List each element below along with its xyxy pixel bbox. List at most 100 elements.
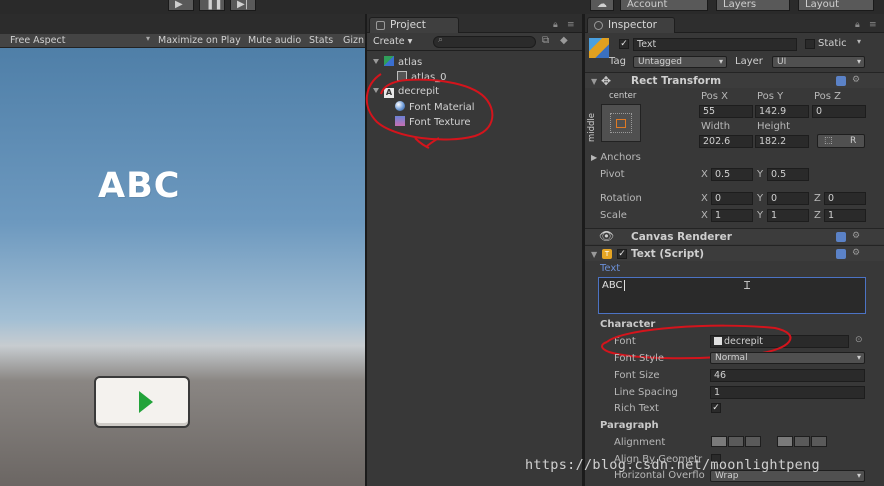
rect-transform-header[interactable]: ▼ ✥ Rect Transform ⚙ <box>585 72 884 88</box>
align-middle-button[interactable] <box>794 436 810 447</box>
font-style-dropdown[interactable]: Normal <box>710 352 865 364</box>
active-checkbox[interactable]: ✓ <box>619 39 629 49</box>
gear-icon[interactable]: ⚙ <box>852 75 860 85</box>
pos-y-label: Pos Y <box>757 91 784 102</box>
layer-label: Layer <box>735 56 763 67</box>
height-label: Height <box>757 121 791 132</box>
cloud-button[interactable]: ☁ <box>590 0 614 11</box>
align-right-button[interactable] <box>745 436 761 447</box>
rotation-y-input[interactable]: 0 <box>767 192 809 205</box>
play-icon: ▶ <box>175 0 183 10</box>
filter-type-icon[interactable]: ⧉ <box>542 35 549 46</box>
scale-y-input[interactable]: 1 <box>767 209 809 222</box>
object-name-input[interactable]: Text <box>633 38 797 51</box>
layer-dropdown[interactable]: UI <box>772 56 865 68</box>
pivot-y-input[interactable]: 0.5 <box>767 168 809 181</box>
anchor-horizontal-label: center <box>609 91 637 101</box>
rotation-y-label: Y <box>757 193 764 204</box>
canvas-renderer-header[interactable]: 👁︎ Canvas Renderer ⚙ <box>585 228 884 244</box>
game-view-options: Free Aspect ▾ Maximize on Play Mute audi… <box>0 34 365 48</box>
pos-x-input[interactable]: 55 <box>699 105 753 118</box>
text-script-header[interactable]: ▼ T ✓ Text (Script) ⚙ <box>585 245 884 261</box>
object-picker-icon[interactable]: ⊙ <box>855 335 863 345</box>
text-content-input[interactable]: ABC <box>598 277 866 314</box>
scale-x-input[interactable]: 1 <box>711 209 753 222</box>
align-center-button[interactable] <box>728 436 744 447</box>
pause-icon: ❚❚ <box>206 0 223 10</box>
pos-y-input[interactable]: 142.9 <box>755 105 809 118</box>
lock-icon[interactable]: 🔒︎ <box>855 20 860 30</box>
folder-icon <box>376 21 385 30</box>
tab-project[interactable]: Project <box>369 17 459 33</box>
gizmos-dropdown[interactable]: Gizn <box>343 35 364 46</box>
expand-arrow-icon <box>373 59 379 64</box>
tab-inspector[interactable]: Inspector <box>587 17 675 33</box>
width-input[interactable]: 202.6 <box>699 135 753 148</box>
line-spacing-label: Line Spacing <box>614 387 678 398</box>
raw-edit-button[interactable]: R <box>850 135 856 147</box>
aspect-dropdown[interactable]: Free Aspect <box>10 35 65 46</box>
help-icon[interactable] <box>836 232 846 242</box>
height-input[interactable]: 182.2 <box>755 135 809 148</box>
collapse-arrow-icon: ▶ <box>591 153 598 162</box>
component-enabled-checkbox[interactable]: ✓ <box>617 249 627 259</box>
gear-icon[interactable]: ⚙ <box>852 248 860 258</box>
mute-audio-toggle[interactable]: Mute audio <box>248 35 301 46</box>
step-button[interactable]: ▶| <box>230 0 256 11</box>
play-button[interactable]: ▶ <box>168 0 194 11</box>
collapse-arrow-icon: ▼ <box>591 250 598 259</box>
layout-dropdown[interactable]: Layout <box>798 0 874 11</box>
anchor-vertical-label: middle <box>587 112 597 142</box>
scale-z-input[interactable]: 1 <box>824 209 866 222</box>
text-component-icon: T <box>602 249 612 259</box>
game-scene[interactable]: ABC <box>0 48 365 486</box>
text-caret <box>623 280 625 291</box>
stats-toggle[interactable]: Stats <box>309 35 333 46</box>
search-input[interactable]: ⌕ <box>433 35 536 48</box>
sprite-atlas-icon <box>384 56 394 66</box>
blueprint-icon[interactable]: ⬚ <box>824 135 833 147</box>
account-dropdown[interactable]: Account <box>620 0 708 11</box>
font-size-input[interactable]: 46 <box>710 369 865 382</box>
anchor-center-icon <box>616 119 626 128</box>
inspector-panel: Inspector 🔒︎ ≡ ✓ Text Static ▾ Tag Untag… <box>585 14 884 486</box>
anchor-presets-button[interactable] <box>601 104 641 142</box>
lock-icon[interactable]: 🔒︎ <box>553 20 558 30</box>
blueprint-raw-buttons: ⬚ R <box>817 134 865 148</box>
help-icon[interactable] <box>836 76 846 86</box>
gear-icon[interactable]: ⚙ <box>852 231 860 241</box>
static-checkbox[interactable] <box>805 39 815 49</box>
tag-label: Tag <box>609 56 626 67</box>
create-dropdown[interactable]: Create ▾ <box>373 36 412 47</box>
pos-z-label: Pos Z <box>814 91 842 102</box>
filter-label-icon[interactable]: ◆ <box>560 35 568 46</box>
chevron-down-icon[interactable]: ▾ <box>857 37 861 46</box>
paragraph-section-label: Paragraph <box>600 420 659 431</box>
rotation-x-input[interactable]: 0 <box>711 192 753 205</box>
layers-dropdown[interactable]: Layers <box>716 0 790 11</box>
scene-play-button[interactable] <box>94 376 190 428</box>
help-icon[interactable] <box>836 249 846 259</box>
menu-icon[interactable]: ≡ <box>869 20 877 30</box>
tag-dropdown[interactable]: Untagged <box>633 56 727 68</box>
pivot-x-input[interactable]: 0.5 <box>711 168 753 181</box>
pos-x-label: Pos X <box>701 91 729 102</box>
anchors-foldout[interactable]: ▶ Anchors <box>591 152 641 163</box>
pivot-x-label: X <box>701 169 708 180</box>
menu-icon[interactable]: ≡ <box>567 20 575 30</box>
align-bottom-button[interactable] <box>811 436 827 447</box>
pos-z-input[interactable]: 0 <box>812 105 866 118</box>
rich-text-checkbox[interactable]: ✓ <box>711 403 721 413</box>
game-view-toolbar <box>0 14 365 34</box>
rotation-z-input[interactable]: 0 <box>824 192 866 205</box>
width-label: Width <box>701 121 731 132</box>
pause-button[interactable]: ❚❚ <box>199 0 225 11</box>
rect-transform-icon: ✥ <box>601 74 612 88</box>
maximize-on-play-toggle[interactable]: Maximize on Play <box>158 35 241 46</box>
align-left-button[interactable] <box>711 436 727 447</box>
pivot-y-label: Y <box>757 169 764 180</box>
align-top-button[interactable] <box>777 436 793 447</box>
inspector-tab-header: Inspector 🔒︎ ≡ <box>585 14 884 33</box>
project-toolbar: Create ▾ ⌕ ⧉ ◆ <box>367 33 582 51</box>
line-spacing-input[interactable]: 1 <box>710 386 865 399</box>
